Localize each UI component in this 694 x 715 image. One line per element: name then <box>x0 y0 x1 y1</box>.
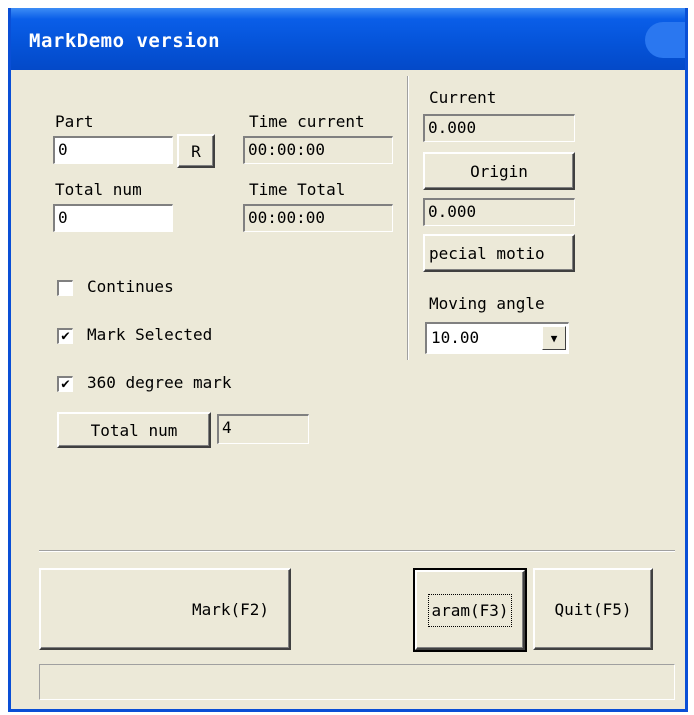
part-label: Part <box>55 112 94 131</box>
mark-button-label: Mark(F2) <box>191 599 269 619</box>
moving-angle-value: 10.00 <box>431 328 480 347</box>
current-label: Current <box>429 88 497 107</box>
total-num-button-label: Total num <box>90 420 178 440</box>
origin-field: 0.000 <box>423 198 575 226</box>
time-current-label: Time current <box>249 112 365 131</box>
degree360-checkbox[interactable]: ✔ <box>57 376 73 392</box>
chevron-down-icon[interactable]: ▼ <box>542 326 566 350</box>
origin-button-label: Origin <box>470 161 528 181</box>
continues-label[interactable]: Continues <box>87 277 174 296</box>
total-num-label: Total num <box>55 180 142 199</box>
time-total-label: Time Total <box>249 180 346 199</box>
reset-button[interactable]: R <box>177 134 215 168</box>
continues-checkbox[interactable] <box>57 280 73 296</box>
param-button[interactable]: aram(F3) <box>413 568 527 652</box>
markdemo-window: MarkDemo version Part 0 R Total num 0 Ti… <box>8 8 688 712</box>
window-title: MarkDemo version <box>29 30 221 52</box>
quit-button[interactable]: Quit(F5) <box>533 568 653 650</box>
moving-angle-select[interactable]: 10.00 ▼ <box>425 322 569 354</box>
quit-button-label: Quit(F5) <box>554 599 632 619</box>
title-bar-decoration <box>645 22 685 58</box>
column-divider <box>407 76 409 360</box>
check-icon: ✔ <box>61 328 70 344</box>
part-field[interactable]: 0 <box>53 136 173 164</box>
origin-button[interactable]: Origin <box>423 152 575 190</box>
bottom-divider <box>39 550 675 552</box>
current-field: 0.000 <box>423 114 575 142</box>
status-bar <box>39 664 675 700</box>
special-motion-button-label: pecial motio <box>429 243 545 263</box>
mark-selected-label[interactable]: Mark Selected <box>87 325 212 344</box>
title-bar[interactable]: MarkDemo version <box>11 8 685 70</box>
time-current-field: 00:00:00 <box>243 136 393 164</box>
moving-angle-label: Moving angle <box>429 294 545 313</box>
total-num-field[interactable]: 0 <box>53 204 173 232</box>
total-num-count-field[interactable]: 4 <box>217 414 309 444</box>
total-num-button[interactable]: Total num <box>57 412 211 448</box>
time-total-field: 00:00:00 <box>243 204 393 232</box>
check-icon: ✔ <box>61 376 70 392</box>
param-button-label: aram(F3) <box>428 593 512 627</box>
special-motion-button[interactable]: pecial motio <box>423 234 575 272</box>
dialog-body: Part 0 R Total num 0 Time current 00:00:… <box>11 70 685 709</box>
reset-button-label: R <box>191 141 201 161</box>
mark-button[interactable]: Mark(F2) <box>39 568 291 650</box>
mark-selected-checkbox[interactable]: ✔ <box>57 328 73 344</box>
degree360-label[interactable]: 360 degree mark <box>87 373 232 392</box>
